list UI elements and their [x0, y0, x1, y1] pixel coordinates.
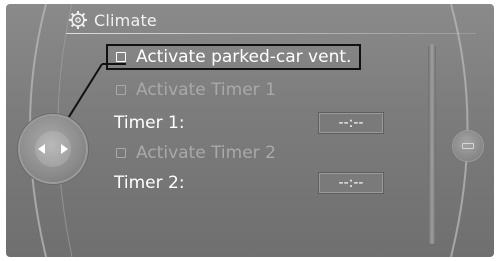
header-divider [66, 33, 476, 34]
timer-2-value-field[interactable]: --:-- [318, 172, 384, 194]
activate-timer-1-option: Activate Timer 1 [116, 78, 276, 102]
header: Climate [68, 8, 157, 32]
timer-1-value: --:-- [338, 115, 364, 131]
idrive-controller-icon[interactable] [20, 116, 86, 182]
activate-parked-vent-checkbox[interactable] [116, 52, 126, 62]
option-mark-icon [462, 143, 474, 149]
timer-1-value-field[interactable]: --:-- [318, 112, 384, 134]
activate-parked-vent-label: Activate parked-car vent. [136, 47, 352, 67]
climate-settings-icon [69, 11, 87, 29]
timer-2-row[interactable]: Timer 2: [114, 171, 185, 195]
timer-2-value: --:-- [338, 175, 364, 191]
arrow-right-icon [61, 144, 68, 154]
page-title: Climate [94, 10, 157, 30]
activate-parked-vent-option[interactable]: Activate parked-car vent. [106, 44, 362, 70]
arrow-left-icon [38, 144, 45, 154]
timer-2-label: Timer 2: [114, 173, 185, 193]
activate-timer-2-checkbox [116, 148, 126, 158]
activate-timer-2-option: Activate Timer 2 [116, 141, 276, 165]
scrollbar[interactable] [428, 44, 436, 244]
right-knob-icon[interactable] [453, 131, 483, 161]
activate-timer-2-label: Activate Timer 2 [136, 143, 276, 163]
controller-center-icon [35, 131, 71, 167]
activate-timer-1-checkbox [116, 85, 126, 95]
idrive-screen: Climate Activate parked-car vent. Activa… [6, 4, 494, 257]
timer-1-row[interactable]: Timer 1: [114, 111, 185, 135]
timer-1-label: Timer 1: [114, 113, 185, 133]
activate-timer-1-label: Activate Timer 1 [136, 80, 276, 100]
